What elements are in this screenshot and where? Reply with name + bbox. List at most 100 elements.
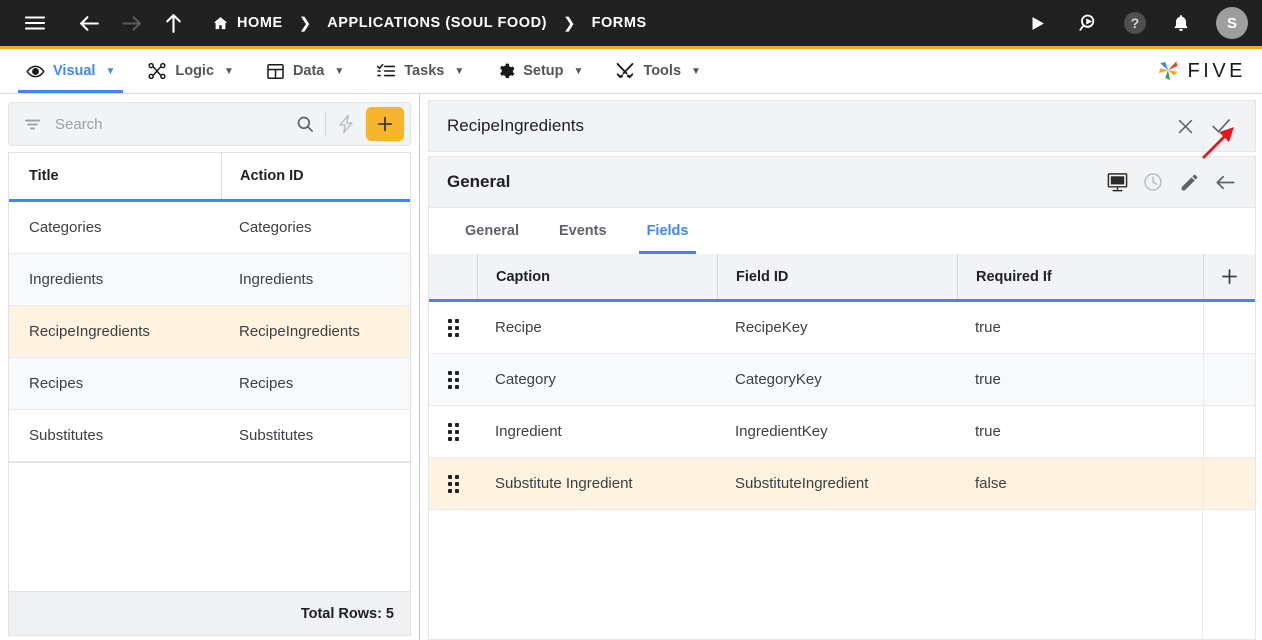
- clock-history-icon[interactable]: [1135, 164, 1171, 200]
- five-pinwheel-icon: [1158, 61, 1178, 81]
- cell-action-id: Ingredients: [239, 271, 314, 288]
- breadcrumb-separator-icon: ❯: [298, 15, 312, 32]
- forms-grid: Title Action ID Categories Categories In…: [8, 152, 411, 463]
- column-header-action-id[interactable]: Action ID: [221, 153, 410, 199]
- checklist-icon: [376, 61, 396, 81]
- confirm-check-icon[interactable]: [1203, 108, 1239, 144]
- menu-label-tasks: Tasks: [404, 63, 445, 79]
- chevron-down-icon: ▼: [224, 65, 234, 77]
- back-arrow-icon[interactable]: [1207, 164, 1243, 200]
- filter-icon[interactable]: [19, 115, 45, 134]
- total-rows-label: Total Rows: 5: [300, 605, 394, 622]
- gear-icon: [496, 62, 515, 81]
- menu-label-data: Data: [292, 63, 325, 79]
- close-icon[interactable]: [1167, 108, 1203, 144]
- column-header-caption[interactable]: Caption: [477, 254, 717, 299]
- search-input[interactable]: [45, 115, 289, 133]
- display-monitor-icon[interactable]: [1099, 164, 1135, 200]
- cell-field-id: IngredientKey: [735, 423, 828, 440]
- cell-title: Categories: [29, 219, 102, 236]
- table-row[interactable]: Substitutes Substitutes: [9, 410, 410, 462]
- tab-label-fields: Fields: [646, 223, 689, 239]
- detail-tabs: General Events Fields: [428, 208, 1256, 254]
- menu-item-setup[interactable]: Setup ▼: [480, 49, 599, 93]
- menu-item-data[interactable]: Data ▼: [250, 49, 360, 93]
- cell-required-if: true: [975, 371, 1001, 388]
- notifications-bell-icon[interactable]: [1164, 6, 1198, 40]
- drag-handle-icon[interactable]: [429, 354, 477, 405]
- tab-fields[interactable]: Fields: [633, 208, 703, 254]
- form-detail-panel: RecipeIngredients General General Events…: [420, 94, 1262, 640]
- help-icon[interactable]: ?: [1124, 12, 1146, 34]
- tab-general[interactable]: General: [451, 208, 533, 254]
- cell-actions: [1203, 458, 1255, 509]
- eye-icon: [26, 62, 45, 81]
- arrow-left-icon[interactable]: [72, 6, 106, 40]
- cell-field-id: CategoryKey: [735, 371, 822, 388]
- cell-action-id: RecipeIngredients: [239, 323, 360, 340]
- table-row-selected[interactable]: Substitute Ingredient SubstituteIngredie…: [429, 458, 1255, 510]
- arrow-right-icon[interactable]: [114, 6, 148, 40]
- menu-item-visual[interactable]: Visual ▼: [10, 49, 131, 93]
- search-icon[interactable]: [289, 108, 321, 140]
- table-row[interactable]: Category CategoryKey true: [429, 354, 1255, 406]
- chevron-down-icon: ▼: [105, 65, 116, 77]
- workspace: Title Action ID Categories Categories In…: [0, 94, 1262, 640]
- search-run-icon[interactable]: [1072, 6, 1106, 40]
- hamburger-icon[interactable]: [18, 6, 52, 40]
- total-rows-footer: Total Rows: 5: [8, 591, 411, 636]
- cell-action-id: Substitutes: [239, 427, 314, 444]
- menu-item-logic[interactable]: Logic ▼: [131, 49, 250, 93]
- breadcrumb-label-forms: FORMS: [591, 15, 647, 31]
- column-header-required-if[interactable]: Required If: [957, 254, 1203, 299]
- arrow-up-icon[interactable]: [156, 6, 190, 40]
- add-form-button[interactable]: [366, 107, 404, 141]
- cell-caption: Substitute Ingredient: [495, 475, 633, 492]
- drag-handle-icon[interactable]: [429, 302, 477, 353]
- tab-events[interactable]: Events: [545, 208, 621, 254]
- detail-section-bar: General: [428, 156, 1256, 208]
- chevron-down-icon: ▼: [334, 65, 345, 77]
- menu-item-tools[interactable]: Tools ▼: [599, 49, 717, 93]
- breadcrumb-item-forms[interactable]: FORMS: [592, 15, 647, 31]
- table-row-selected[interactable]: RecipeIngredients RecipeIngredients: [9, 306, 410, 358]
- section-title: General: [447, 172, 511, 191]
- edit-pencil-icon[interactable]: [1171, 164, 1207, 200]
- column-header-drag: [429, 254, 477, 299]
- empty-area-left: [429, 510, 1203, 639]
- column-header-field-id[interactable]: Field ID: [717, 254, 957, 299]
- menu-item-tasks[interactable]: Tasks ▼: [360, 49, 480, 93]
- table-row[interactable]: Ingredients Ingredients: [9, 254, 410, 306]
- cell-actions: [1203, 302, 1255, 353]
- breadcrumb-item-home[interactable]: HOME: [212, 15, 283, 32]
- breadcrumb-label-home: HOME: [237, 15, 283, 31]
- avatar[interactable]: S: [1216, 7, 1248, 39]
- table-icon: [266, 62, 285, 81]
- add-column-button[interactable]: [1203, 254, 1255, 299]
- breadcrumb-item-applications[interactable]: APPLICATIONS (SOUL FOOD): [327, 15, 547, 31]
- breadcrumb-label-applications: APPLICATIONS (SOUL FOOD): [327, 15, 547, 31]
- fields-grid-empty-area: [429, 510, 1255, 639]
- cell-actions: [1203, 406, 1255, 457]
- chevron-down-icon: ▼: [691, 65, 701, 77]
- chevron-down-icon: ▼: [573, 65, 584, 77]
- table-row[interactable]: Ingredient IngredientKey true: [429, 406, 1255, 458]
- search-bar: [8, 102, 411, 146]
- drag-handle-icon[interactable]: [429, 458, 477, 509]
- column-header-title[interactable]: Title: [9, 153, 221, 199]
- help-icon-glyph: ?: [1130, 15, 1140, 31]
- cell-field-id: SubstituteIngredient: [735, 475, 869, 492]
- table-row[interactable]: Recipes Recipes: [9, 358, 410, 410]
- five-logo: FIVE: [1154, 57, 1246, 85]
- table-row[interactable]: Recipe RecipeKey true: [429, 302, 1255, 354]
- forms-list-panel: Title Action ID Categories Categories In…: [0, 94, 420, 640]
- lightning-bolt-icon[interactable]: [330, 108, 362, 140]
- cell-required-if: true: [975, 319, 1001, 336]
- table-row[interactable]: Categories Categories: [9, 202, 410, 254]
- drag-handle-icon[interactable]: [429, 406, 477, 457]
- page-title: RecipeIngredients: [447, 116, 585, 135]
- chevron-down-icon: ▼: [454, 65, 465, 77]
- run-icon[interactable]: [1020, 6, 1054, 40]
- menu-label-logic: Logic: [175, 63, 215, 79]
- empty-area-right: [1203, 510, 1255, 639]
